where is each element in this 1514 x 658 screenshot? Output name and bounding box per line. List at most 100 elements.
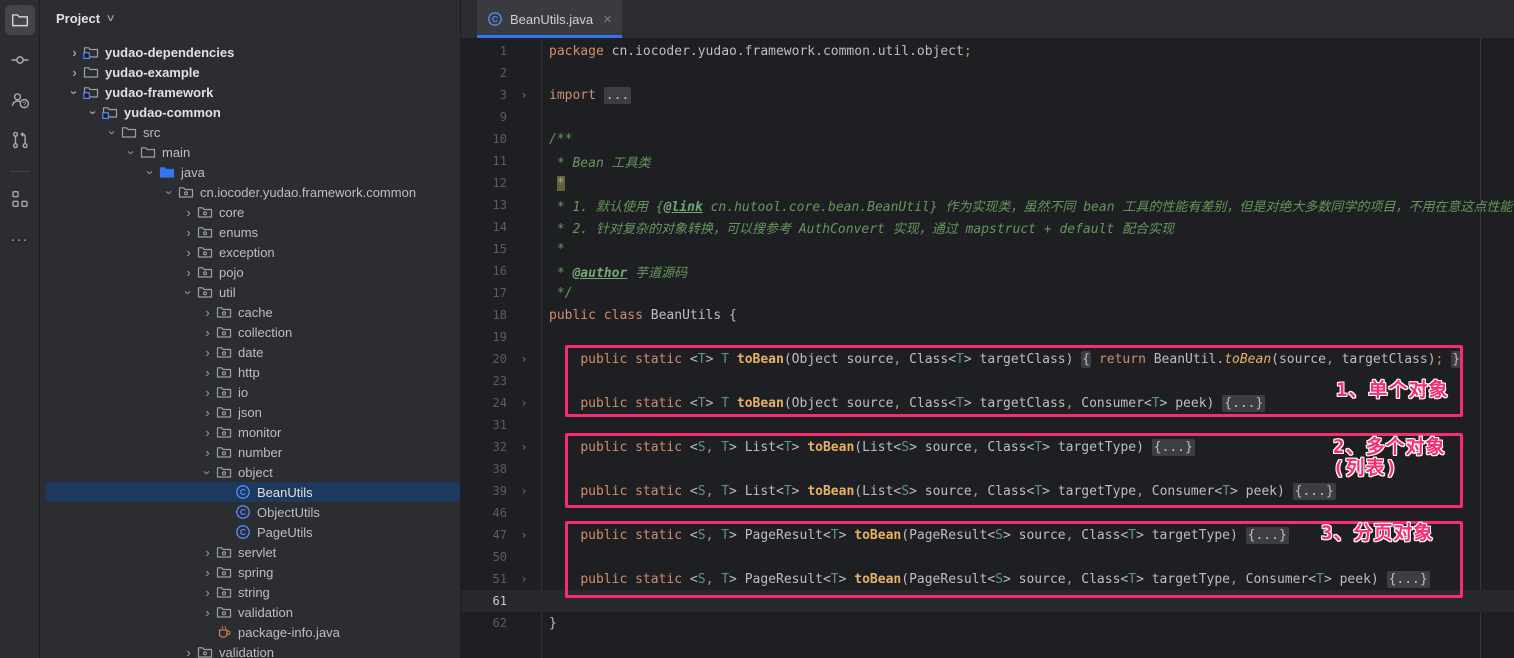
fold-marker-icon[interactable]: › <box>507 352 541 366</box>
tree-item-pageutils[interactable]: CPageUtils <box>40 522 460 542</box>
code-line-50[interactable]: 50 <box>461 546 1514 568</box>
fold-marker-icon[interactable]: › <box>507 572 541 586</box>
code-line-2[interactable]: 2 <box>461 62 1514 84</box>
code-line-51[interactable]: 51› public static <S, T> PageResult<T> t… <box>461 568 1514 590</box>
tree-item-validation[interactable]: ›validation <box>40 642 460 658</box>
tab-beanutils-java[interactable]: C BeanUtils.java × <box>477 0 622 38</box>
chevron-expanded-icon[interactable]: › <box>162 184 177 201</box>
chevron-expanded-icon[interactable]: › <box>67 84 82 101</box>
tree-item-src[interactable]: ›src <box>40 122 460 142</box>
chevron-expanded-icon[interactable]: › <box>124 144 139 161</box>
chevron-collapsed-icon[interactable]: › <box>199 545 216 560</box>
code-line-9[interactable]: 9 <box>461 106 1514 128</box>
project-panel-header[interactable]: Project ∨ <box>40 0 460 38</box>
chevron-collapsed-icon[interactable]: › <box>199 425 216 440</box>
structure-icon[interactable] <box>5 184 35 214</box>
code-line-15[interactable]: 15 * <box>461 238 1514 260</box>
chevron-collapsed-icon[interactable]: › <box>199 365 216 380</box>
chevron-collapsed-icon[interactable]: › <box>199 405 216 420</box>
tree-item-io[interactable]: ›io <box>40 382 460 402</box>
chevron-collapsed-icon[interactable]: › <box>180 245 197 260</box>
fold-marker-icon[interactable]: › <box>507 396 541 410</box>
tree-item-util[interactable]: ›util <box>40 282 460 302</box>
code-line-16[interactable]: 16 * @author 芋道源码 <box>461 260 1514 282</box>
code-line-17[interactable]: 17 */ <box>461 282 1514 304</box>
fold-marker-icon[interactable]: › <box>507 528 541 542</box>
tree-item-yudao-common[interactable]: ›yudao-common <box>40 102 460 122</box>
project-folder-icon[interactable] <box>5 5 35 35</box>
tree-item-spring[interactable]: ›spring <box>40 562 460 582</box>
tree-item-objectutils[interactable]: CObjectUtils <box>40 502 460 522</box>
pull-requests-icon[interactable] <box>5 125 35 155</box>
tree-item-yudao-dependencies[interactable]: ›yudao-dependencies <box>40 42 460 62</box>
code-line-20[interactable]: 20› public static <T> T toBean(Object so… <box>461 348 1514 370</box>
chevron-collapsed-icon[interactable]: › <box>199 385 216 400</box>
tree-item-object[interactable]: ›object <box>40 462 460 482</box>
code-area[interactable]: 1package cn.iocoder.yudao.framework.comm… <box>461 38 1514 658</box>
chevron-collapsed-icon[interactable]: › <box>180 205 197 220</box>
commit-icon[interactable] <box>5 45 35 75</box>
tree-item-date[interactable]: ›date <box>40 342 460 362</box>
code-line-24[interactable]: 24› public static <T> T toBean(Object so… <box>461 392 1514 414</box>
tree-item-yudao-framework[interactable]: ›yudao-framework <box>40 82 460 102</box>
code-line-32[interactable]: 32› public static <S, T> List<T> toBean(… <box>461 436 1514 458</box>
tree-item-yudao-example[interactable]: ›yudao-example <box>40 62 460 82</box>
chevron-collapsed-icon[interactable]: › <box>199 565 216 580</box>
tree-item-string[interactable]: ›string <box>40 582 460 602</box>
fold-marker-icon[interactable]: › <box>507 484 541 498</box>
tree-item-beanutils[interactable]: CBeanUtils <box>45 482 460 502</box>
chevron-expanded-icon[interactable]: › <box>143 164 158 181</box>
chevron-expanded-icon[interactable]: › <box>181 284 196 301</box>
code-line-12[interactable]: 12 * <box>461 172 1514 194</box>
tree-item-core[interactable]: ›core <box>40 202 460 222</box>
code-line-46[interactable]: 46 <box>461 502 1514 524</box>
chevron-collapsed-icon[interactable]: › <box>66 65 83 80</box>
close-icon[interactable]: × <box>603 11 612 28</box>
code-line-31[interactable]: 31 <box>461 414 1514 436</box>
code-line-1[interactable]: 1package cn.iocoder.yudao.framework.comm… <box>461 40 1514 62</box>
code-line-47[interactable]: 47› public static <S, T> PageResult<T> t… <box>461 524 1514 546</box>
code-line-23[interactable]: 23 <box>461 370 1514 392</box>
tree-item-collection[interactable]: ›collection <box>40 322 460 342</box>
code-line-39[interactable]: 39› public static <S, T> List<T> toBean(… <box>461 480 1514 502</box>
chevron-collapsed-icon[interactable]: › <box>66 45 83 60</box>
code-line-10[interactable]: 10/** <box>461 128 1514 150</box>
chevron-collapsed-icon[interactable]: › <box>199 605 216 620</box>
tree-item-json[interactable]: ›json <box>40 402 460 422</box>
tree-item-cn-iocoder-yudao-framework-common[interactable]: ›cn.iocoder.yudao.framework.common <box>40 182 460 202</box>
tree-item-enums[interactable]: ›enums <box>40 222 460 242</box>
tree-item-java[interactable]: ›java <box>40 162 460 182</box>
tree-item-pojo[interactable]: ›pojo <box>40 262 460 282</box>
chevron-down-icon[interactable]: ∨ <box>106 13 116 24</box>
code-line-14[interactable]: 14 * 2. 针对复杂的对象转换，可以搜参考 AuthConvert 实现，通… <box>461 216 1514 238</box>
chevron-collapsed-icon[interactable]: › <box>180 225 197 240</box>
chevron-collapsed-icon[interactable]: › <box>199 585 216 600</box>
tree-item-main[interactable]: ›main <box>40 142 460 162</box>
tree-item-servlet[interactable]: ›servlet <box>40 542 460 562</box>
tree-item-monitor[interactable]: ›monitor <box>40 422 460 442</box>
tree-item-exception[interactable]: ›exception <box>40 242 460 262</box>
chevron-collapsed-icon[interactable]: › <box>199 305 216 320</box>
chevron-collapsed-icon[interactable]: › <box>180 645 197 658</box>
code-line-11[interactable]: 11 * Bean 工具类 <box>461 150 1514 172</box>
more-icon[interactable]: ··· <box>5 224 35 254</box>
fold-marker-icon[interactable]: › <box>507 440 541 454</box>
chevron-collapsed-icon[interactable]: › <box>180 265 197 280</box>
code-line-62[interactable]: 62} <box>461 612 1514 634</box>
code-line-61[interactable]: 61 <box>461 590 1514 612</box>
code-line-13[interactable]: 13 * 1. 默认使用 {@link cn.hutool.core.bean.… <box>461 194 1514 216</box>
code-line-38[interactable]: 38 <box>461 458 1514 480</box>
chevron-collapsed-icon[interactable]: › <box>199 445 216 460</box>
chevron-expanded-icon[interactable]: › <box>105 124 120 141</box>
chevron-expanded-icon[interactable]: › <box>200 464 215 481</box>
tree-item-package-info-java[interactable]: package-info.java <box>40 622 460 642</box>
tree-item-validation[interactable]: ›validation <box>40 602 460 622</box>
chevron-collapsed-icon[interactable]: › <box>199 345 216 360</box>
fold-marker-icon[interactable]: › <box>507 88 541 102</box>
community-help-icon[interactable]: ? <box>5 85 35 115</box>
code-line-18[interactable]: 18public class BeanUtils { <box>461 304 1514 326</box>
tree-item-cache[interactable]: ›cache <box>40 302 460 322</box>
chevron-collapsed-icon[interactable]: › <box>199 325 216 340</box>
code-line-19[interactable]: 19 <box>461 326 1514 348</box>
chevron-expanded-icon[interactable]: › <box>86 104 101 121</box>
